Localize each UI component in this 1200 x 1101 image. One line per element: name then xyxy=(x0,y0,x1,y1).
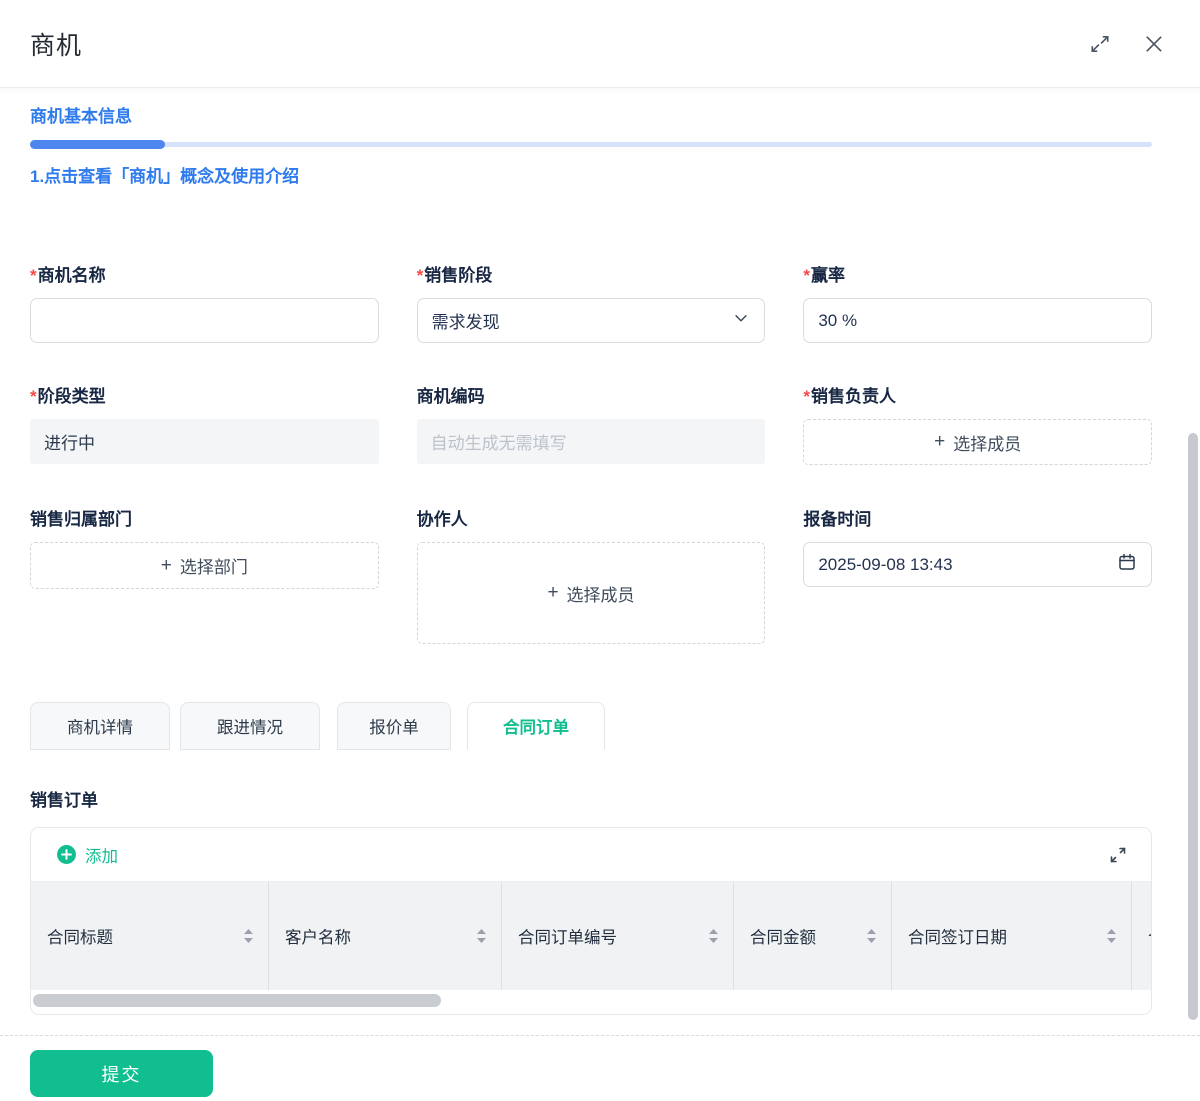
field-label: 协作人 xyxy=(416,510,468,529)
field-opportunity-code: 商机编码 自动生成无需填写 xyxy=(416,382,766,465)
expand-dialog-icon[interactable] xyxy=(1088,32,1112,56)
column-header[interactable]: 合同金额 xyxy=(734,882,892,990)
win-rate-input[interactable] xyxy=(818,310,1137,331)
column-header[interactable]: 合同签订日期 xyxy=(892,882,1132,990)
field-sales-department: 销售归属部门 + 选择部门 xyxy=(30,505,379,589)
sort-icon[interactable] xyxy=(866,928,877,944)
opportunity-code-readonly: 自动生成无需填写 xyxy=(416,419,766,464)
select-department-label: 选择部门 xyxy=(179,558,248,577)
field-label: *赢率 xyxy=(803,266,845,285)
submit-button[interactable]: 提交 xyxy=(30,1050,213,1097)
progress-fill xyxy=(30,140,165,149)
column-header[interactable]: 合 xyxy=(1132,882,1151,990)
close-icon[interactable] xyxy=(1142,32,1166,56)
select-collaborator-label: 选择成员 xyxy=(566,585,635,605)
field-label: 报备时间 xyxy=(803,510,872,529)
field-collaborator: 协作人 + 选择成员 xyxy=(416,505,766,644)
horizontal-scrollbar-thumb[interactable] xyxy=(33,994,441,1007)
sort-icon[interactable] xyxy=(243,928,254,944)
report-time-value: 2025-09-08 13:43 xyxy=(818,554,953,574)
step-title: 商机基本信息 xyxy=(30,107,132,126)
field-opportunity-name: *商机名称 xyxy=(30,261,379,343)
select-member-button[interactable]: + 选择成员 xyxy=(803,419,1152,465)
column-header[interactable]: 合同标题 xyxy=(31,882,269,990)
plus-icon: + xyxy=(160,554,172,576)
field-label: *商机名称 xyxy=(30,266,106,285)
progress-track xyxy=(30,142,1152,147)
sales-order-table: 添加 合同标题 客户名称 合同订单编号 合同金额 合同签订日期 xyxy=(30,827,1152,1015)
detail-tabs: 商机详情 跟进情况 报价单 合同订单 xyxy=(30,702,1152,750)
field-label: 销售归属部门 xyxy=(30,510,132,529)
vertical-scrollbar-thumb[interactable] xyxy=(1188,433,1198,1020)
dialog-header: 商机 xyxy=(0,0,1200,88)
field-win-rate: *赢率 xyxy=(803,261,1152,343)
select-collaborator-button[interactable]: + 选择成员 xyxy=(416,542,766,644)
dialog-title: 商机 xyxy=(30,31,83,60)
dialog-body: 商机基本信息 1.点击查看「商机」概念及使用介绍 *商机名称 *销售阶段 需求发… xyxy=(0,102,1200,1015)
column-header[interactable]: 合同订单编号 xyxy=(502,882,734,990)
add-row-label: 添加 xyxy=(85,847,118,866)
tab-contract-order[interactable]: 合同订单 xyxy=(467,702,605,750)
required-mark: * xyxy=(30,387,37,406)
expand-table-icon[interactable] xyxy=(1107,844,1129,866)
stage-type-readonly: 进行中 xyxy=(30,419,379,464)
tab-quotation[interactable]: 报价单 xyxy=(337,702,451,750)
field-stage-type: *阶段类型 进行中 xyxy=(30,382,379,465)
select-member-label: 选择成员 xyxy=(953,434,1022,454)
intro-link[interactable]: 1.点击查看「商机」概念及使用介绍 xyxy=(30,162,1152,187)
sales-stage-select[interactable]: 需求发现 xyxy=(416,298,766,343)
plus-icon: + xyxy=(547,582,559,603)
tab-follow-up[interactable]: 跟进情况 xyxy=(180,702,320,750)
select-department-button[interactable]: + 选择部门 xyxy=(30,542,379,589)
required-mark: * xyxy=(803,266,810,285)
field-label: 商机编码 xyxy=(416,387,485,406)
opportunity-name-input[interactable] xyxy=(45,310,364,331)
table-header-row: 合同标题 客户名称 合同订单编号 合同金额 合同签订日期 合 xyxy=(31,882,1151,990)
report-time-picker[interactable]: 2025-09-08 13:43 xyxy=(803,542,1152,587)
progress-bar xyxy=(30,140,1152,149)
win-rate-input-wrap xyxy=(803,298,1152,343)
add-row-button[interactable]: 添加 xyxy=(56,843,118,867)
field-label: *销售阶段 xyxy=(416,266,493,285)
tab-opportunity-detail[interactable]: 商机详情 xyxy=(30,702,170,750)
field-label: *阶段类型 xyxy=(30,387,106,406)
field-sales-owner: *销售负责人 + 选择成员 xyxy=(803,382,1152,465)
table-toolbar: 添加 xyxy=(31,828,1151,882)
field-report-time: 报备时间 2025-09-08 13:43 xyxy=(803,505,1152,587)
calendar-icon xyxy=(1117,552,1137,577)
plus-circle-icon xyxy=(57,845,76,864)
required-mark: * xyxy=(803,387,810,406)
opportunity-name-input-wrap xyxy=(30,298,379,343)
sort-icon[interactable] xyxy=(476,928,487,944)
required-mark: * xyxy=(30,266,37,285)
chevron-down-icon xyxy=(732,309,750,332)
required-mark: * xyxy=(416,266,424,285)
column-header[interactable]: 客户名称 xyxy=(269,882,502,990)
sales-stage-value: 需求发现 xyxy=(431,313,500,332)
horizontal-scrollbar xyxy=(31,990,1151,1014)
sort-icon[interactable] xyxy=(708,928,719,944)
field-sales-stage: *销售阶段 需求发现 xyxy=(416,261,766,343)
plus-icon: + xyxy=(934,431,946,452)
field-label: *销售负责人 xyxy=(803,387,896,406)
sort-icon[interactable] xyxy=(1106,928,1117,944)
footer-divider xyxy=(0,1035,1200,1036)
sales-order-heading: 销售订单 xyxy=(30,791,98,810)
